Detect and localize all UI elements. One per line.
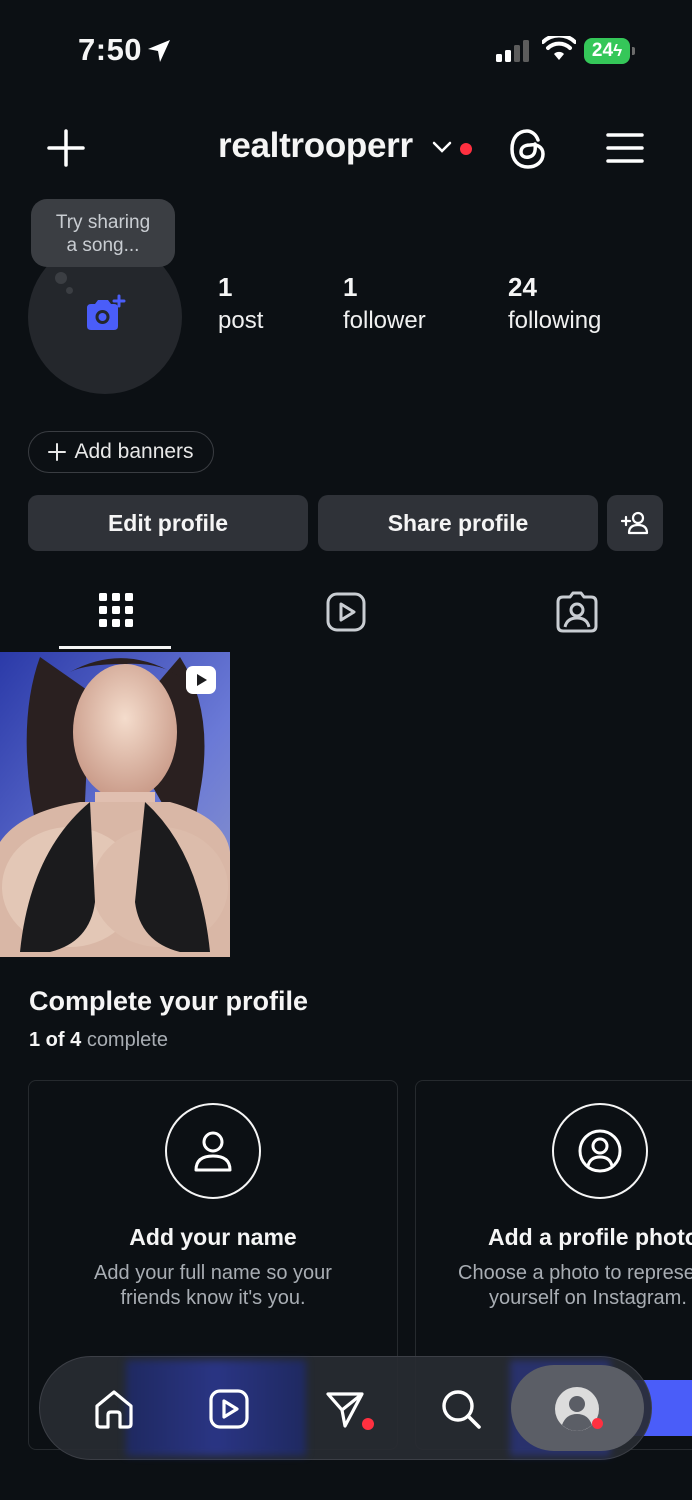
- card-description-line-2: friends know it's you.: [120, 1287, 306, 1309]
- stat-following[interactable]: 24 following: [508, 272, 601, 335]
- stat-followers[interactable]: 1 follower: [343, 272, 426, 335]
- stat-count: 24: [508, 272, 537, 302]
- card-title: Add your name: [129, 1224, 297, 1250]
- charging-bolt-icon: ϟ: [613, 41, 623, 60]
- card-description-line-1: Add your full name so your: [94, 1262, 332, 1284]
- search-icon[interactable]: [440, 1388, 482, 1430]
- add-person-icon: [621, 511, 649, 535]
- battery-indicator: 24 ϟ: [584, 38, 635, 64]
- stat-label: post: [218, 307, 264, 334]
- stat-count: 1: [343, 272, 358, 302]
- share-profile-button[interactable]: Share profile: [318, 495, 598, 551]
- edit-profile-label: Edit profile: [107, 509, 229, 536]
- tooltip-tail: [55, 272, 67, 284]
- note-tooltip[interactable]: Try sharing a song...: [31, 199, 175, 267]
- stat-posts[interactable]: 1 post: [218, 272, 263, 335]
- profile-notification-dot: [592, 1418, 603, 1429]
- chevron-down-icon[interactable]: [432, 140, 452, 154]
- share-profile-label: Share profile: [387, 509, 529, 536]
- card-description-line-1: Choose a photo to represent: [458, 1262, 692, 1284]
- account-notification-dot: [460, 143, 472, 155]
- cellular-signal-icon: [496, 40, 529, 62]
- discover-people-button[interactable]: [607, 495, 663, 551]
- note-line-2: a song...: [66, 235, 140, 256]
- stat-label: follower: [343, 307, 426, 334]
- add-banners-label: Add banners: [74, 440, 194, 463]
- stat-count: 1: [218, 272, 233, 302]
- home-icon[interactable]: [93, 1388, 135, 1430]
- username-switcher[interactable]: realtrooperr: [218, 126, 413, 166]
- direct-icon[interactable]: [324, 1388, 366, 1430]
- grid-tab-icon[interactable]: [99, 593, 133, 631]
- reels-icon[interactable]: [208, 1388, 250, 1430]
- post-image: [0, 652, 230, 957]
- person-icon: [165, 1103, 261, 1199]
- note-line-1: Try sharing: [55, 212, 151, 233]
- card-description-line-2: yourself on Instagram.: [489, 1287, 687, 1309]
- progress-done: 1 of 4: [29, 1029, 82, 1051]
- complete-profile-progress: 1 of 4 complete: [29, 1029, 168, 1052]
- post-thumbnail[interactable]: [0, 652, 230, 957]
- add-banners-button[interactable]: Add banners: [28, 431, 214, 473]
- plus-icon: [48, 443, 67, 461]
- create-plus-icon[interactable]: [46, 128, 86, 168]
- location-arrow-icon: [148, 40, 170, 62]
- add-photo-camera-icon[interactable]: [84, 294, 126, 334]
- stat-label: following: [508, 307, 602, 334]
- progress-suffix: complete: [86, 1029, 168, 1051]
- profile-photo-icon: [552, 1103, 648, 1199]
- reels-tab-icon[interactable]: [326, 592, 366, 632]
- card-title: Add a profile photo: [488, 1224, 692, 1250]
- threads-icon[interactable]: [508, 128, 548, 170]
- status-time: 7:50: [78, 32, 143, 67]
- hamburger-menu-icon[interactable]: [606, 132, 644, 164]
- direct-notification-dot: [362, 1418, 374, 1430]
- tagged-tab-icon[interactable]: [556, 591, 598, 633]
- battery-level: 24: [591, 40, 614, 61]
- tooltip-tail: [66, 287, 73, 294]
- reel-badge-icon: [186, 666, 216, 694]
- edit-profile-button[interactable]: Edit profile: [28, 495, 308, 551]
- active-tab-indicator: [59, 646, 171, 649]
- complete-profile-title: Complete your profile: [29, 986, 309, 1016]
- wifi-icon: [542, 36, 576, 60]
